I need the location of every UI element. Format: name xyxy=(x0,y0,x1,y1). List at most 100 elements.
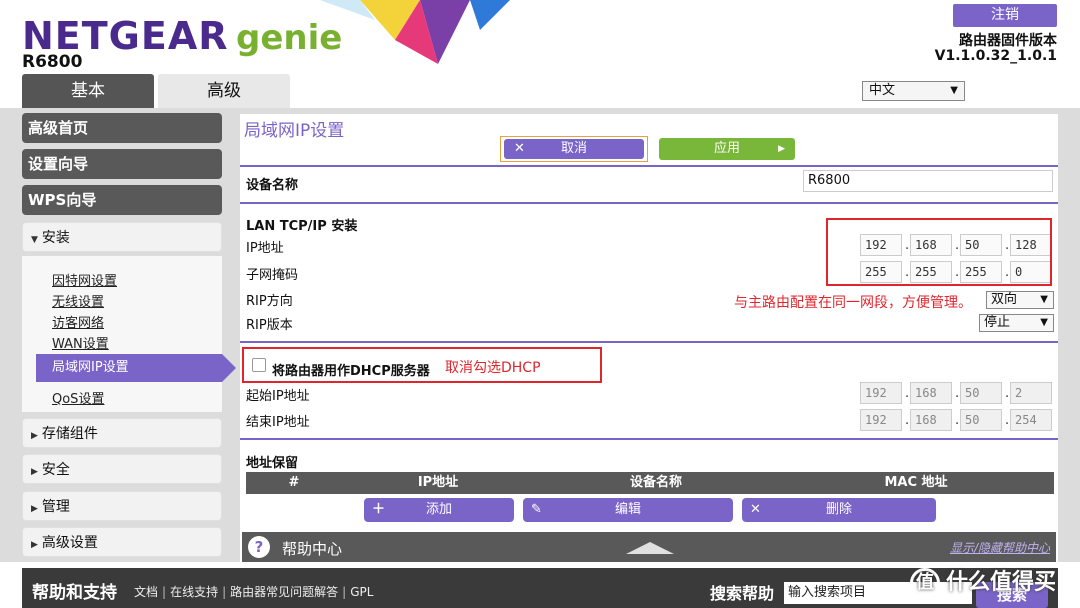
dhcp-server-label: 将路由器用作DHCP服务器 xyxy=(272,364,430,379)
sidebar-item-wps-wizard[interactable]: WPS向导 xyxy=(22,185,222,215)
subnet-mask-label: 子网掩码 xyxy=(246,268,299,283)
end-ip-octet-2[interactable]: 168 xyxy=(910,409,952,431)
sidebar-section-setup[interactable]: ▼ 安装 xyxy=(22,222,222,252)
end-ip-octet-4[interactable]: 254 xyxy=(1010,409,1052,431)
cancel-button[interactable]: ✕ 取消 xyxy=(504,139,644,159)
search-help-label: 搜索帮助 xyxy=(710,584,775,603)
lan-section-title: LAN TCP/IP 安装 xyxy=(246,219,358,234)
add-button[interactable]: ＋ 添加 xyxy=(364,498,514,522)
sidebar-section-security[interactable]: ▶ 安全 xyxy=(22,454,222,484)
submenu-lan-ip-active[interactable]: 局域网IP设置 xyxy=(36,354,236,382)
footer-title: 帮助和支持 xyxy=(32,583,117,603)
rip-direction-select[interactable]: 双向 ▼ xyxy=(986,291,1054,309)
octet-separator: . xyxy=(905,413,910,428)
annotation-note-ip: 与主路由配置在同一网段，方便管理。 xyxy=(734,295,972,311)
collapsed-arrow-icon: ▶ xyxy=(31,467,38,477)
page-title: 局域网IP设置 xyxy=(244,121,345,141)
setup-submenu: 因特网设置 无线设置 访客网络 WAN设置 局域网IP设置 QoS设置 xyxy=(22,256,236,412)
router-model: R6800 xyxy=(22,52,83,72)
tab-basic[interactable]: 基本 xyxy=(22,74,154,108)
start-ip-label: 起始IP地址 xyxy=(246,389,310,404)
apply-label: 应用 xyxy=(713,141,740,156)
dropdown-arrow-icon: ▼ xyxy=(950,85,958,96)
chevron-up-icon[interactable] xyxy=(626,542,674,554)
sidebar-section-label: 安装 xyxy=(41,230,70,246)
rip-version-select[interactable]: 停止 ▼ xyxy=(979,314,1054,332)
end-ip-octet-3[interactable]: 50 xyxy=(960,409,1002,431)
sidebar-section-advanced-settings[interactable]: ▶ 高级设置 xyxy=(22,527,222,557)
edit-button[interactable]: ✎ 编辑 xyxy=(523,498,733,522)
start-ip-octet-4[interactable]: 2 xyxy=(1010,382,1052,404)
start-ip-octet-3[interactable]: 50 xyxy=(960,382,1002,404)
octet-separator: . xyxy=(955,413,960,428)
footer-link-faq[interactable]: 路由器常见问题解答 xyxy=(230,585,338,599)
divider xyxy=(240,165,1058,167)
divider xyxy=(240,438,1058,440)
submenu-qos[interactable]: QoS设置 xyxy=(52,388,104,407)
start-ip-octet-1[interactable]: 192 xyxy=(860,382,902,404)
genie-logo: genie xyxy=(236,18,343,58)
submenu-wireless[interactable]: 无线设置 xyxy=(52,291,104,310)
help-center-title: 帮助中心 xyxy=(282,540,343,558)
octet-separator: . xyxy=(1005,413,1010,428)
column-header-ip: IP地址 xyxy=(417,475,459,490)
tab-advanced[interactable]: 高级 xyxy=(158,74,290,108)
edit-label: 编辑 xyxy=(614,502,641,517)
link-separator: | xyxy=(342,585,347,599)
rip-version-value: 停止 xyxy=(984,315,1011,330)
start-ip-octet-2[interactable]: 168 xyxy=(910,382,952,404)
collapsed-arrow-icon: ▶ xyxy=(31,431,38,441)
collapsed-arrow-icon: ▶ xyxy=(31,540,38,550)
device-name-input[interactable]: R6800 xyxy=(803,170,1053,192)
submenu-guest-network[interactable]: 访客网络 xyxy=(52,312,104,331)
footer: 帮助和支持 文档 | 在线支持 | 路由器常见问题解答 | GPL 搜索帮助 输入搜索项目 … xyxy=(22,568,1058,608)
sidebar-section-label: 管理 xyxy=(41,499,70,515)
language-select[interactable]: 中文 ▼ xyxy=(862,81,965,101)
watermark-text: 什么值得买 xyxy=(946,570,1057,595)
expanded-arrow-icon: ▼ xyxy=(31,235,38,245)
column-header-index: # xyxy=(288,475,300,490)
dropdown-arrow-icon: ▼ xyxy=(1040,317,1048,328)
footer-link-docs[interactable]: 文档 xyxy=(134,585,158,599)
end-ip-label: 结束IP地址 xyxy=(246,415,310,430)
submenu-wan[interactable]: WAN设置 xyxy=(52,333,109,352)
main-panel: 局域网IP设置 ✕ 取消 应用 ▶ 设备名称 R6800 LAN TCP/IP … xyxy=(240,114,1058,562)
reservation-title: 地址保留 xyxy=(246,456,299,471)
watermark: 值什么值得买 xyxy=(910,564,1080,608)
reservation-table-header: # IP地址 设备名称 MAC 地址 xyxy=(246,472,1054,494)
collapsed-arrow-icon: ▶ xyxy=(31,504,38,514)
footer-link-online-support[interactable]: 在线支持 xyxy=(170,585,218,599)
end-ip-octet-1[interactable]: 192 xyxy=(860,409,902,431)
divider xyxy=(240,341,1058,343)
octet-separator: . xyxy=(955,386,960,401)
rip-version-label: RIP版本 xyxy=(246,318,293,333)
sidebar-section-label: 高级设置 xyxy=(41,535,98,551)
link-separator: | xyxy=(222,585,227,599)
annotation-box-ip xyxy=(826,218,1052,286)
footer-links: 文档 | 在线支持 | 路由器常见问题解答 | GPL xyxy=(134,583,373,600)
sidebar-section-management[interactable]: ▶ 管理 xyxy=(22,491,222,521)
apply-button[interactable]: 应用 ▶ xyxy=(659,138,795,160)
annotation-note-dhcp: 取消勾选DHCP xyxy=(445,360,541,376)
sidebar-section-label: 存储组件 xyxy=(41,426,98,442)
ip-address-label: IP地址 xyxy=(246,241,284,256)
sidebar-item-setup-wizard[interactable]: 设置向导 xyxy=(22,149,222,179)
delete-button[interactable]: ✕ 删除 xyxy=(742,498,936,522)
sidebar-section-storage[interactable]: ▶ 存储组件 xyxy=(22,418,222,448)
rip-direction-value: 双向 xyxy=(991,292,1018,307)
delete-label: 删除 xyxy=(825,502,852,517)
cancel-label: 取消 xyxy=(560,141,587,156)
link-separator: | xyxy=(162,585,167,599)
dhcp-server-checkbox[interactable] xyxy=(252,358,266,372)
device-name-label: 设备名称 xyxy=(246,178,299,193)
sidebar-item-advanced-home[interactable]: 高级首页 xyxy=(22,113,222,143)
logout-button[interactable]: 注销 xyxy=(953,4,1057,27)
help-toggle-link[interactable]: 显示/隐藏帮助中心 xyxy=(950,539,1050,556)
help-center-bar: ? 帮助中心 显示/隐藏帮助中心 xyxy=(242,532,1056,562)
watermark-logo-icon: 值 xyxy=(910,568,940,598)
footer-link-gpl[interactable]: GPL xyxy=(350,585,373,599)
sidebar-section-label: 安全 xyxy=(41,462,70,478)
firmware-label: 路由器固件版本 xyxy=(959,33,1057,49)
submenu-internet[interactable]: 因特网设置 xyxy=(52,270,117,289)
language-value: 中文 xyxy=(869,83,896,98)
